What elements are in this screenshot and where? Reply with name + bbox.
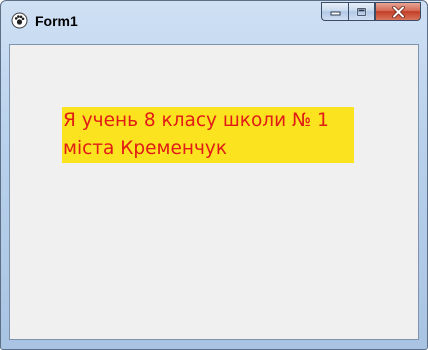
title-bar[interactable]: Form1 xyxy=(1,1,427,43)
maximize-icon xyxy=(356,7,367,16)
minimize-icon xyxy=(330,11,340,16)
close-button[interactable] xyxy=(375,2,421,21)
caption-buttons xyxy=(321,2,421,23)
text-label: Я учень 8 класу школи № 1 міста Кременчу… xyxy=(62,107,354,163)
window-title: Form1 xyxy=(35,13,78,29)
form-client-area: Я учень 8 класу школи № 1 міста Кременчу… xyxy=(9,44,419,340)
close-icon xyxy=(391,5,405,18)
minimize-button[interactable] xyxy=(321,2,348,21)
application-window: Form1 Я учень 8 класу школи № 1 міста Кр… xyxy=(0,0,428,350)
label-line-2: міста Кременчук xyxy=(63,138,228,159)
maximize-button[interactable] xyxy=(348,2,375,21)
app-icon[interactable] xyxy=(11,12,28,29)
label-line-1: Я учень 8 класу школи № 1 xyxy=(63,110,329,131)
